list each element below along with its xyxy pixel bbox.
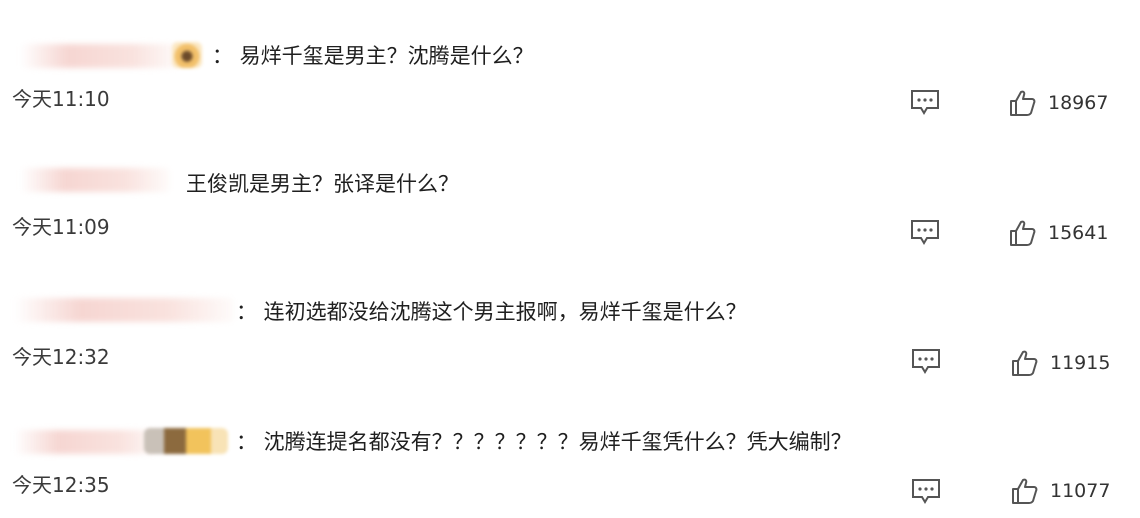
comment-item: ： 连初选都没给沈腾这个男主报啊，易烊千玺是什么？ 今天12:32 11915 bbox=[0, 258, 1140, 386]
like-button[interactable]: 11077 bbox=[1010, 476, 1110, 506]
comment-item: 王俊凯是男主？张译是什么？ 今天11:09 15641 bbox=[0, 130, 1140, 258]
comment-icon[interactable] bbox=[910, 89, 940, 115]
comment-text: ： 连初选都没给沈腾这个男主报啊，易烊千玺是什么？ bbox=[236, 300, 747, 324]
like-count: 11915 bbox=[1050, 352, 1111, 374]
thumbs-up-icon bbox=[1010, 220, 1036, 246]
user-badge-icon bbox=[172, 42, 202, 68]
thumbs-up-icon bbox=[1012, 350, 1038, 376]
username-blurred[interactable] bbox=[14, 298, 234, 322]
username-blurred[interactable] bbox=[20, 44, 180, 68]
user-badge-icon bbox=[144, 428, 228, 454]
like-button[interactable]: 15641 bbox=[1008, 218, 1108, 248]
like-button[interactable]: 18967 bbox=[1008, 88, 1108, 118]
comment-icon[interactable] bbox=[911, 478, 941, 504]
like-count: 18967 bbox=[1048, 92, 1109, 114]
thumbs-up-icon bbox=[1012, 478, 1038, 504]
thumbs-up-icon bbox=[1010, 90, 1036, 116]
comment-time: 今天11:09 bbox=[12, 215, 110, 239]
comment-time: 今天12:32 bbox=[12, 345, 110, 369]
username-blurred[interactable] bbox=[20, 168, 170, 192]
like-count: 11077 bbox=[1050, 480, 1111, 502]
username-blurred[interactable] bbox=[14, 430, 164, 454]
comment-time: 今天12:35 bbox=[12, 473, 110, 497]
comment-item: ： 沈腾连提名都没有？？？？？？？易烊千玺凭什么？凭大编制？ 今天12:35 1… bbox=[0, 388, 1140, 516]
comment-icon[interactable] bbox=[911, 348, 941, 374]
like-button[interactable]: 11915 bbox=[1010, 348, 1110, 378]
comment-text: ： 易烊千玺是男主？沈腾是什么？ bbox=[212, 44, 534, 68]
comment-icon[interactable] bbox=[910, 219, 940, 245]
comment-item: ： 易烊千玺是男主？沈腾是什么？ 今天11:10 18967 bbox=[0, 0, 1140, 128]
comment-time: 今天11:10 bbox=[12, 87, 110, 111]
like-count: 15641 bbox=[1048, 222, 1109, 244]
comment-text: ： 沈腾连提名都没有？？？？？？？易烊千玺凭什么？凭大编制？ bbox=[236, 430, 852, 454]
comment-text: 王俊凯是男主？张译是什么？ bbox=[186, 172, 459, 196]
